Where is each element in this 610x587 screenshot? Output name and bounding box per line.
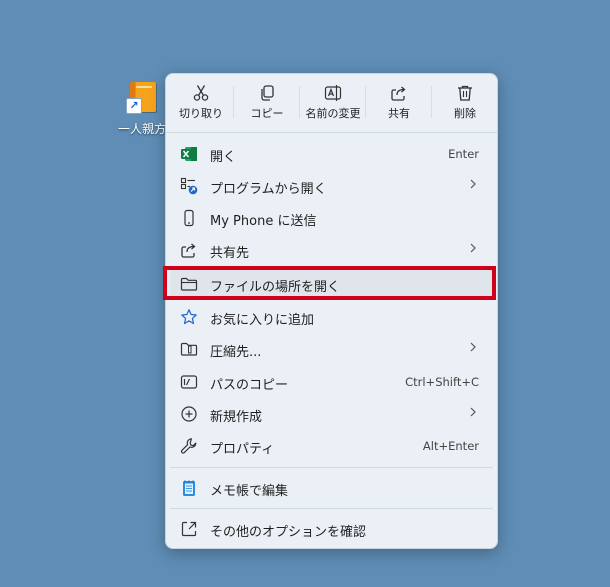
- new-icon: [181, 406, 197, 422]
- menu-item-label: プログラムから開く: [210, 182, 327, 197]
- delete-button[interactable]: 削除: [434, 80, 496, 128]
- copy-icon: [261, 85, 274, 101]
- menu-item-label: 圧縮先...: [210, 345, 262, 360]
- wrench-icon: [180, 438, 197, 454]
- copy-label: コピー: [250, 107, 284, 120]
- shortcut-arrow-icon: ↗: [126, 98, 142, 114]
- menu-item-label: お気に入りに追加: [210, 313, 315, 328]
- toolbar-divider: [233, 86, 234, 118]
- menu-item-properties[interactable]: プロパティ Alt+Enter: [170, 431, 493, 461]
- share-icon: [391, 86, 406, 101]
- shortcut-label: Alt+Enter: [422, 439, 479, 453]
- zip-folder-icon: [180, 342, 198, 356]
- menu-divider: [170, 508, 493, 509]
- desktop-shortcut-icon[interactable]: ↗ 一人親方: [118, 80, 170, 140]
- menu-item-open[interactable]: 開く Enter: [170, 139, 493, 169]
- chevron-right-icon: [470, 342, 476, 352]
- menu-item-compress-to[interactable]: 圧縮先...: [170, 334, 493, 364]
- menu-item-label: その他のオプションを確認: [210, 525, 367, 540]
- toolbar-divider: [365, 86, 366, 118]
- menu-item-label: 開く: [210, 150, 237, 165]
- chevron-right-icon: [470, 179, 476, 189]
- cut-button[interactable]: 切り取り: [170, 80, 232, 128]
- share-icon: [181, 243, 196, 258]
- open-with-icon: [180, 177, 198, 195]
- menu-item-add-favorite[interactable]: お気に入りに追加: [170, 302, 493, 332]
- share-button[interactable]: 共有: [368, 80, 430, 128]
- menu-divider: [170, 467, 493, 468]
- share-label: 共有: [388, 107, 410, 120]
- red-highlight-frame: [163, 266, 496, 300]
- excel-icon: [181, 147, 197, 161]
- phone-icon: [184, 209, 194, 227]
- star-icon: [181, 309, 197, 325]
- rename-label: 名前の変更: [305, 107, 361, 120]
- more-options-icon: [181, 521, 197, 537]
- menu-item-copy-path[interactable]: パスのコピー Ctrl+Shift+C: [170, 367, 493, 397]
- notepad-icon: [183, 480, 195, 496]
- shortcut-label: Enter: [448, 147, 479, 161]
- trash-icon: [458, 85, 472, 101]
- chevron-right-icon: [470, 243, 476, 253]
- scissors-icon: [193, 85, 209, 101]
- menu-item-label: 新規作成: [210, 410, 263, 425]
- menu-item-label: My Phone に送信: [210, 214, 317, 229]
- rename-icon: [324, 85, 342, 101]
- context-toolbar: 切り取り コピー 名前の変更 共有 削除: [166, 74, 497, 133]
- shortcut-label: Ctrl+Shift+C: [405, 375, 479, 389]
- menu-item-open-with[interactable]: プログラムから開く: [170, 171, 493, 201]
- menu-item-label: 共有先: [210, 246, 250, 261]
- copy-button[interactable]: コピー: [236, 80, 298, 128]
- menu-item-more-options[interactable]: その他のオプションを確認: [170, 514, 493, 544]
- rename-button[interactable]: 名前の変更: [302, 80, 364, 128]
- menu-item-new[interactable]: 新規作成: [170, 399, 493, 429]
- delete-label: 削除: [454, 107, 476, 120]
- path-icon: [180, 375, 198, 389]
- cut-label: 切り取り: [179, 107, 223, 120]
- toolbar-divider: [431, 86, 432, 118]
- menu-item-send-to-phone[interactable]: My Phone に送信: [170, 203, 493, 233]
- menu-item-edit-notepad[interactable]: メモ帳で編集: [170, 473, 493, 503]
- menu-item-label: プロパティ: [210, 442, 275, 457]
- toolbar-divider: [299, 86, 300, 118]
- menu-item-label: パスのコピー: [210, 378, 289, 393]
- chevron-right-icon: [470, 407, 476, 417]
- context-menu: 切り取り コピー 名前の変更 共有 削除 開く Enter プログラムから開く …: [165, 73, 498, 549]
- menu-item-share-to[interactable]: 共有先: [170, 235, 493, 265]
- menu-item-label: メモ帳で編集: [210, 484, 289, 499]
